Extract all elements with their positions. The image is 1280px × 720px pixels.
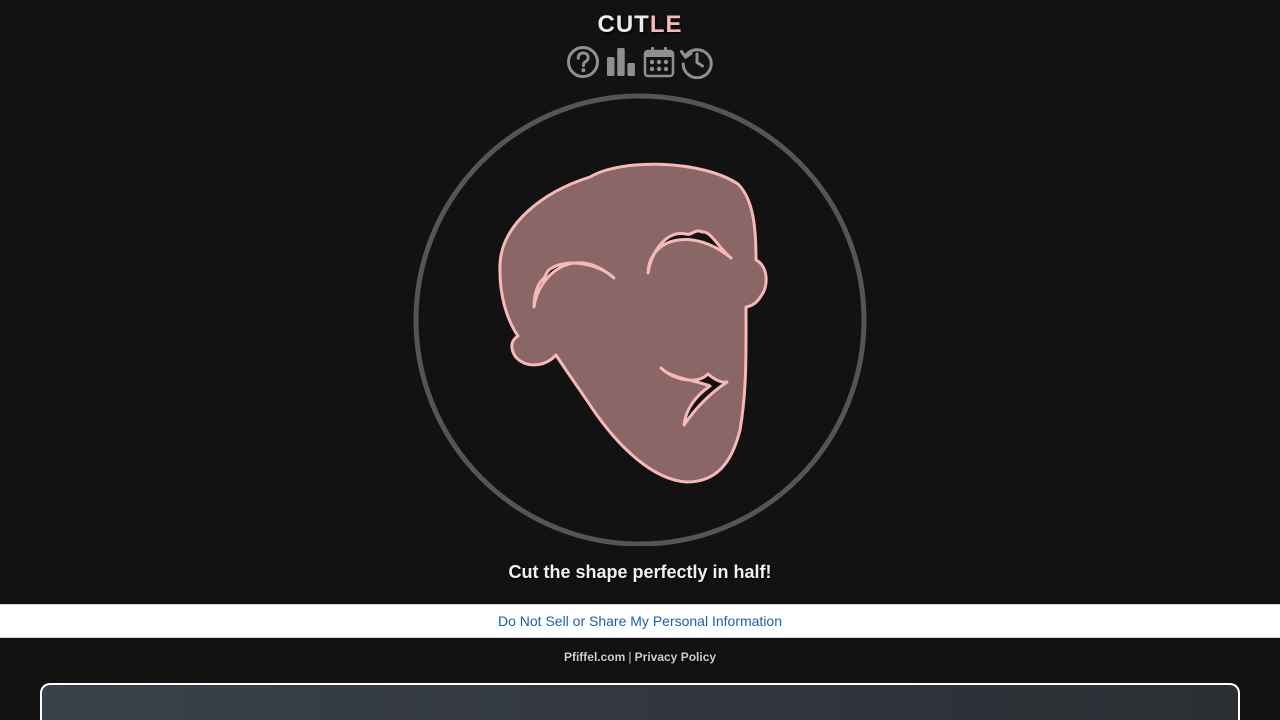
site-link[interactable]: Pfiffel.com [564,650,625,664]
help-icon [567,46,599,78]
calendar-icon [643,47,675,78]
footer: Pfiffel.com | Privacy Policy [0,650,1280,664]
do-not-sell-link[interactable]: Do Not Sell or Share My Personal Informa… [498,613,782,629]
privacy-bar: Do Not Sell or Share My Personal Informa… [0,604,1280,638]
privacy-policy-link[interactable]: Privacy Policy [635,650,716,664]
history-button[interactable] [680,45,714,79]
page-title: CUTLE [0,10,1280,40]
game-page: CUTLE Cut the shape perfectly in half! D… [0,0,1280,720]
game-board[interactable] [412,90,868,546]
toolbar [566,45,714,79]
title-part-le: LE [649,11,683,38]
cut-canvas[interactable] [412,90,868,546]
ad-banner[interactable] [40,683,1240,720]
stats-icon [607,48,635,76]
stats-button[interactable] [604,45,638,79]
mask-shape[interactable] [498,162,768,484]
calendar-button[interactable] [642,45,676,79]
history-icon [680,48,713,79]
title-part-cut: CUT [597,11,650,38]
instruction-text: Cut the shape perfectly in half! [508,562,772,582]
help-button[interactable] [566,45,600,79]
footer-separator: | [628,650,632,664]
